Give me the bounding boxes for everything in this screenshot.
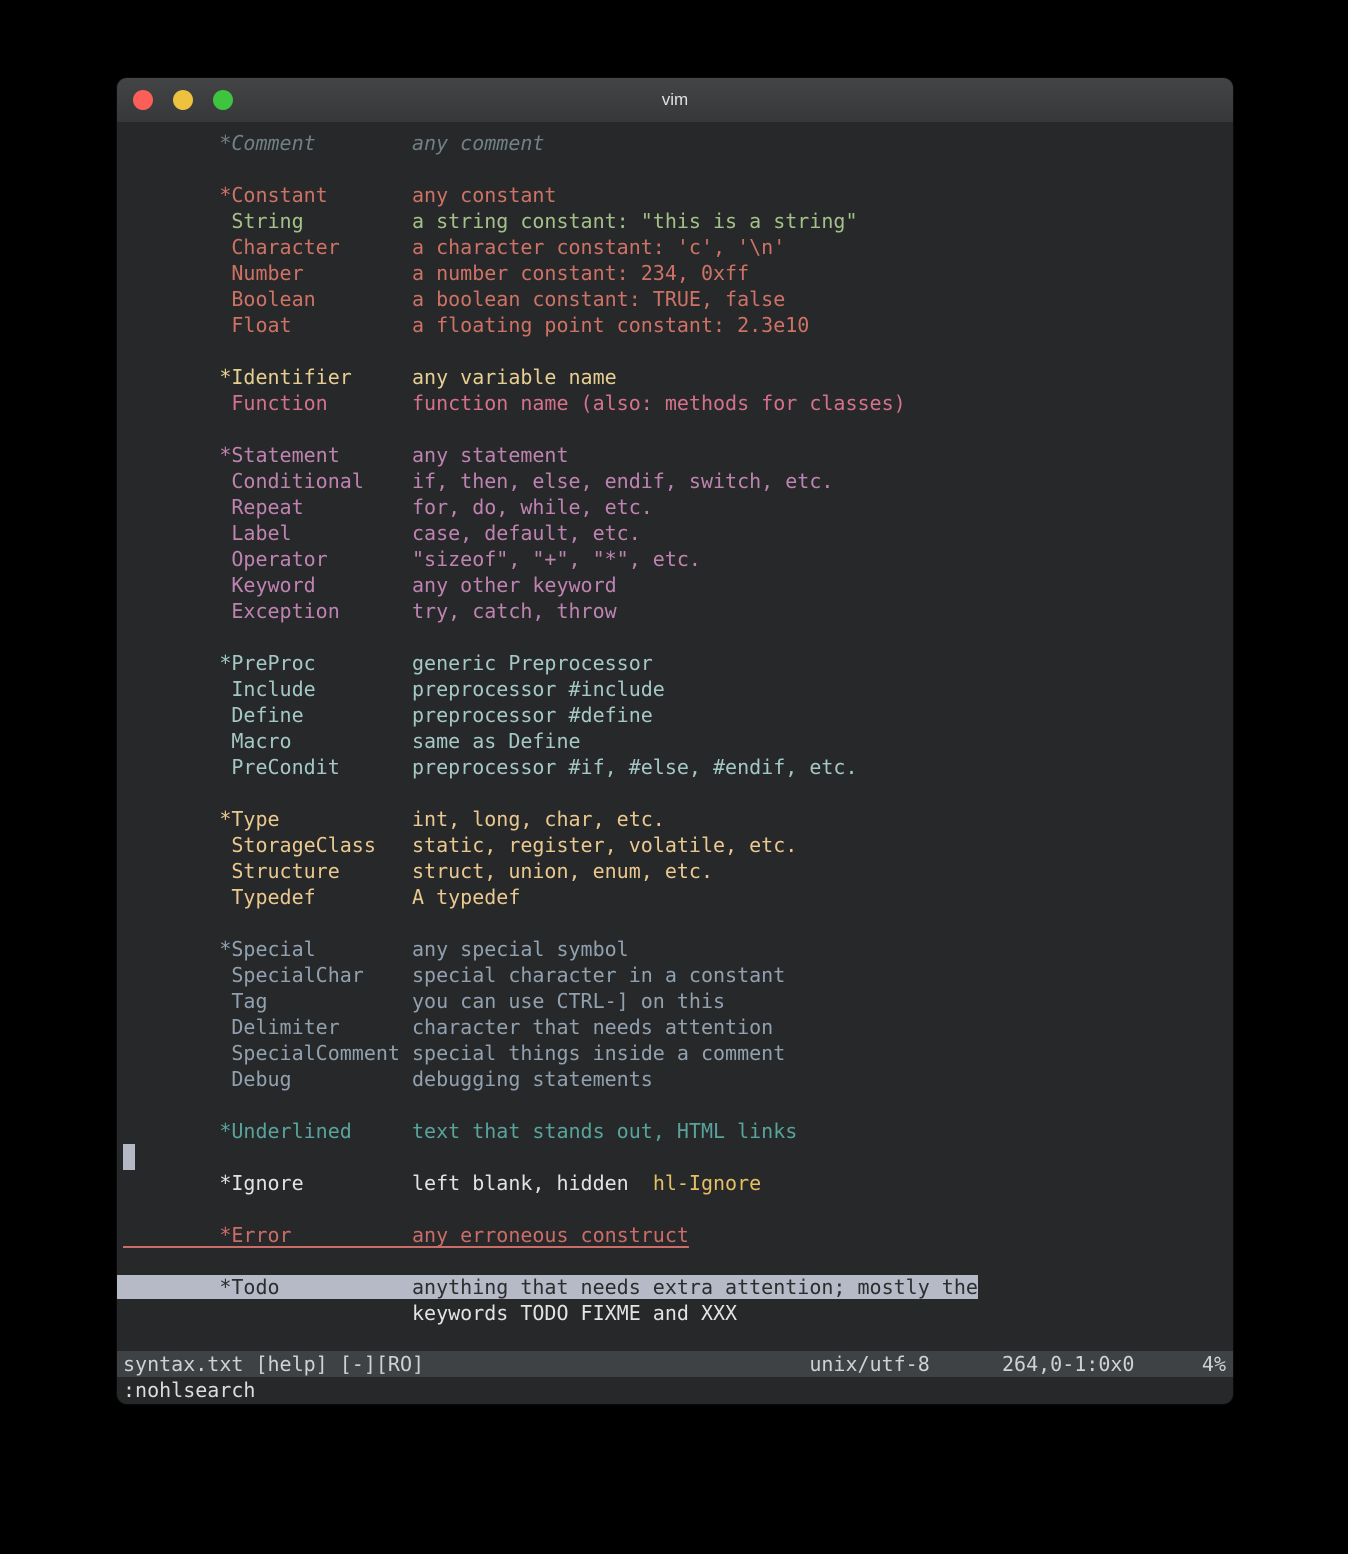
buffer-line: Function function name (also: methods fo… bbox=[123, 390, 1233, 416]
buffer-line: SpecialComment special things inside a c… bbox=[123, 1040, 1233, 1066]
buffer-text: Structure struct, union, enum, etc. bbox=[123, 859, 713, 883]
buffer-text: *Ignore left blank, hidden bbox=[123, 1171, 653, 1195]
buffer-text: Label case, default, etc. bbox=[123, 521, 641, 545]
buffer-line: Debug debugging statements bbox=[123, 1066, 1233, 1092]
titlebar[interactable]: vim bbox=[117, 78, 1233, 122]
buffer-text: StorageClass static, register, volatile,… bbox=[123, 833, 797, 857]
buffer-text: Repeat for, do, while, etc. bbox=[123, 495, 653, 519]
buffer-text: Character a character constant: 'c', '\n… bbox=[123, 235, 785, 259]
buffer-line bbox=[123, 780, 1233, 806]
help-tag-link: hl-Ignore bbox=[653, 1171, 761, 1195]
buffer-line: *Constant any constant bbox=[123, 182, 1233, 208]
status-filename: syntax.txt [help] [-][RO] bbox=[123, 1351, 424, 1377]
buffer-text: *Underlined text that stands out, HTML l… bbox=[123, 1119, 797, 1143]
buffer[interactable]: *Comment any comment *Constant any const… bbox=[117, 122, 1233, 1351]
buffer-line: Keyword any other keyword bbox=[123, 572, 1233, 598]
status-scroll-percent: 4% bbox=[1202, 1351, 1226, 1377]
buffer-line: Conditional if, then, else, endif, switc… bbox=[123, 468, 1233, 494]
buffer-line bbox=[123, 1144, 1233, 1170]
buffer-line: *Underlined text that stands out, HTML l… bbox=[123, 1118, 1233, 1144]
buffer-text: *Type int, long, char, etc. bbox=[123, 807, 665, 831]
buffer-text: *Error any erroneous construct bbox=[123, 1223, 689, 1247]
buffer-line: *Identifier any variable name bbox=[123, 364, 1233, 390]
status-encoding: unix/utf-8 bbox=[809, 1351, 929, 1377]
buffer-line: Structure struct, union, enum, etc. bbox=[123, 858, 1233, 884]
buffer-line: PreCondit preprocessor #if, #else, #endi… bbox=[123, 754, 1233, 780]
buffer-line: *Error any erroneous construct bbox=[123, 1222, 1233, 1248]
buffer-text: PreCondit preprocessor #if, #else, #endi… bbox=[123, 755, 858, 779]
buffer-text: Define preprocessor #define bbox=[123, 703, 653, 727]
buffer-line: *Special any special symbol bbox=[123, 936, 1233, 962]
buffer-line: Define preprocessor #define bbox=[123, 702, 1233, 728]
statusline: syntax.txt [help] [-][RO] unix/utf-8 264… bbox=[117, 1351, 1233, 1377]
buffer-line: Macro same as Define bbox=[123, 728, 1233, 754]
buffer-line: Delimiter character that needs attention bbox=[123, 1014, 1233, 1040]
buffer-line: *PreProc generic Preprocessor bbox=[123, 650, 1233, 676]
buffer-line: Operator "sizeof", "+", "*", etc. bbox=[123, 546, 1233, 572]
buffer-text: Float a floating point constant: 2.3e10 bbox=[123, 313, 809, 337]
buffer-text: *Constant any constant bbox=[123, 183, 556, 207]
buffer-text: *Todo anything that needs extra attentio… bbox=[123, 1275, 978, 1299]
buffer-text: Include preprocessor #include bbox=[123, 677, 665, 701]
buffer-text: SpecialChar special character in a const… bbox=[123, 963, 785, 987]
buffer-text: *Identifier any variable name bbox=[123, 365, 617, 389]
buffer-text: *Special any special symbol bbox=[123, 937, 629, 961]
buffer-text: *Statement any statement bbox=[123, 443, 569, 467]
close-button[interactable] bbox=[133, 90, 153, 110]
buffer-line bbox=[123, 1326, 1233, 1351]
buffer-text: Keyword any other keyword bbox=[123, 573, 617, 597]
buffer-text: *Comment any comment bbox=[123, 131, 544, 155]
buffer-line: *Type int, long, char, etc. bbox=[123, 806, 1233, 832]
zoom-button[interactable] bbox=[213, 90, 233, 110]
buffer-line: keywords TODO FIXME and XXX bbox=[123, 1300, 1233, 1326]
buffer-line bbox=[123, 416, 1233, 442]
vim-window: vim *Comment any comment *Constant any c… bbox=[117, 78, 1233, 1404]
buffer-line: *Ignore left blank, hidden hl-Ignore bbox=[123, 1170, 1233, 1196]
buffer-line bbox=[123, 156, 1233, 182]
buffer-line: Repeat for, do, while, etc. bbox=[123, 494, 1233, 520]
buffer-line: *Statement any statement bbox=[123, 442, 1233, 468]
buffer-text: Debug debugging statements bbox=[123, 1067, 653, 1091]
buffer-text: Exception try, catch, throw bbox=[123, 599, 617, 623]
buffer-text: keywords TODO FIXME and XXX bbox=[123, 1301, 737, 1325]
buffer-text: String a string constant: "this is a str… bbox=[123, 209, 858, 233]
buffer-text: Operator "sizeof", "+", "*", etc. bbox=[123, 547, 701, 571]
buffer-line bbox=[123, 1092, 1233, 1118]
cursor bbox=[123, 1144, 135, 1170]
buffer-line: Character a character constant: 'c', '\n… bbox=[123, 234, 1233, 260]
buffer-line: Float a floating point constant: 2.3e10 bbox=[123, 312, 1233, 338]
buffer-text: Delimiter character that needs attention bbox=[123, 1015, 773, 1039]
buffer-line: Number a number constant: 234, 0xff bbox=[123, 260, 1233, 286]
buffer-line bbox=[123, 910, 1233, 936]
buffer-line: *Todo anything that needs extra attentio… bbox=[123, 1274, 1233, 1300]
buffer-text: Boolean a boolean constant: TRUE, false bbox=[123, 287, 785, 311]
buffer-line: Exception try, catch, throw bbox=[123, 598, 1233, 624]
buffer-line: String a string constant: "this is a str… bbox=[123, 208, 1233, 234]
buffer-text: Number a number constant: 234, 0xff bbox=[123, 261, 749, 285]
buffer-line: *Comment any comment bbox=[123, 130, 1233, 156]
buffer-text: Macro same as Define bbox=[123, 729, 581, 753]
buffer-text: SpecialComment special things inside a c… bbox=[123, 1041, 785, 1065]
minimize-button[interactable] bbox=[173, 90, 193, 110]
buffer-line: Label case, default, etc. bbox=[123, 520, 1233, 546]
buffer-text: *PreProc generic Preprocessor bbox=[123, 651, 653, 675]
buffer-line bbox=[123, 1248, 1233, 1274]
buffer-line: Boolean a boolean constant: TRUE, false bbox=[123, 286, 1233, 312]
buffer-line bbox=[123, 1196, 1233, 1222]
buffer-line: StorageClass static, register, volatile,… bbox=[123, 832, 1233, 858]
buffer-line: Tag you can use CTRL-] on this bbox=[123, 988, 1233, 1014]
buffer-text: Function function name (also: methods fo… bbox=[123, 391, 906, 415]
window-title: vim bbox=[662, 90, 688, 110]
buffer-line bbox=[123, 338, 1233, 364]
buffer-text: Tag you can use CTRL-] on this bbox=[123, 989, 725, 1013]
buffer-text: Conditional if, then, else, endif, switc… bbox=[123, 469, 833, 493]
traffic-lights bbox=[133, 78, 233, 122]
buffer-line: Include preprocessor #include bbox=[123, 676, 1233, 702]
status-cursor-position: 264,0-1:0x0 bbox=[1002, 1351, 1134, 1377]
buffer-line: Typedef A typedef bbox=[123, 884, 1233, 910]
buffer-text: Typedef A typedef bbox=[123, 885, 520, 909]
command-line[interactable]: :nohlsearch bbox=[117, 1377, 1233, 1404]
buffer-line bbox=[123, 624, 1233, 650]
buffer-line: SpecialChar special character in a const… bbox=[123, 962, 1233, 988]
